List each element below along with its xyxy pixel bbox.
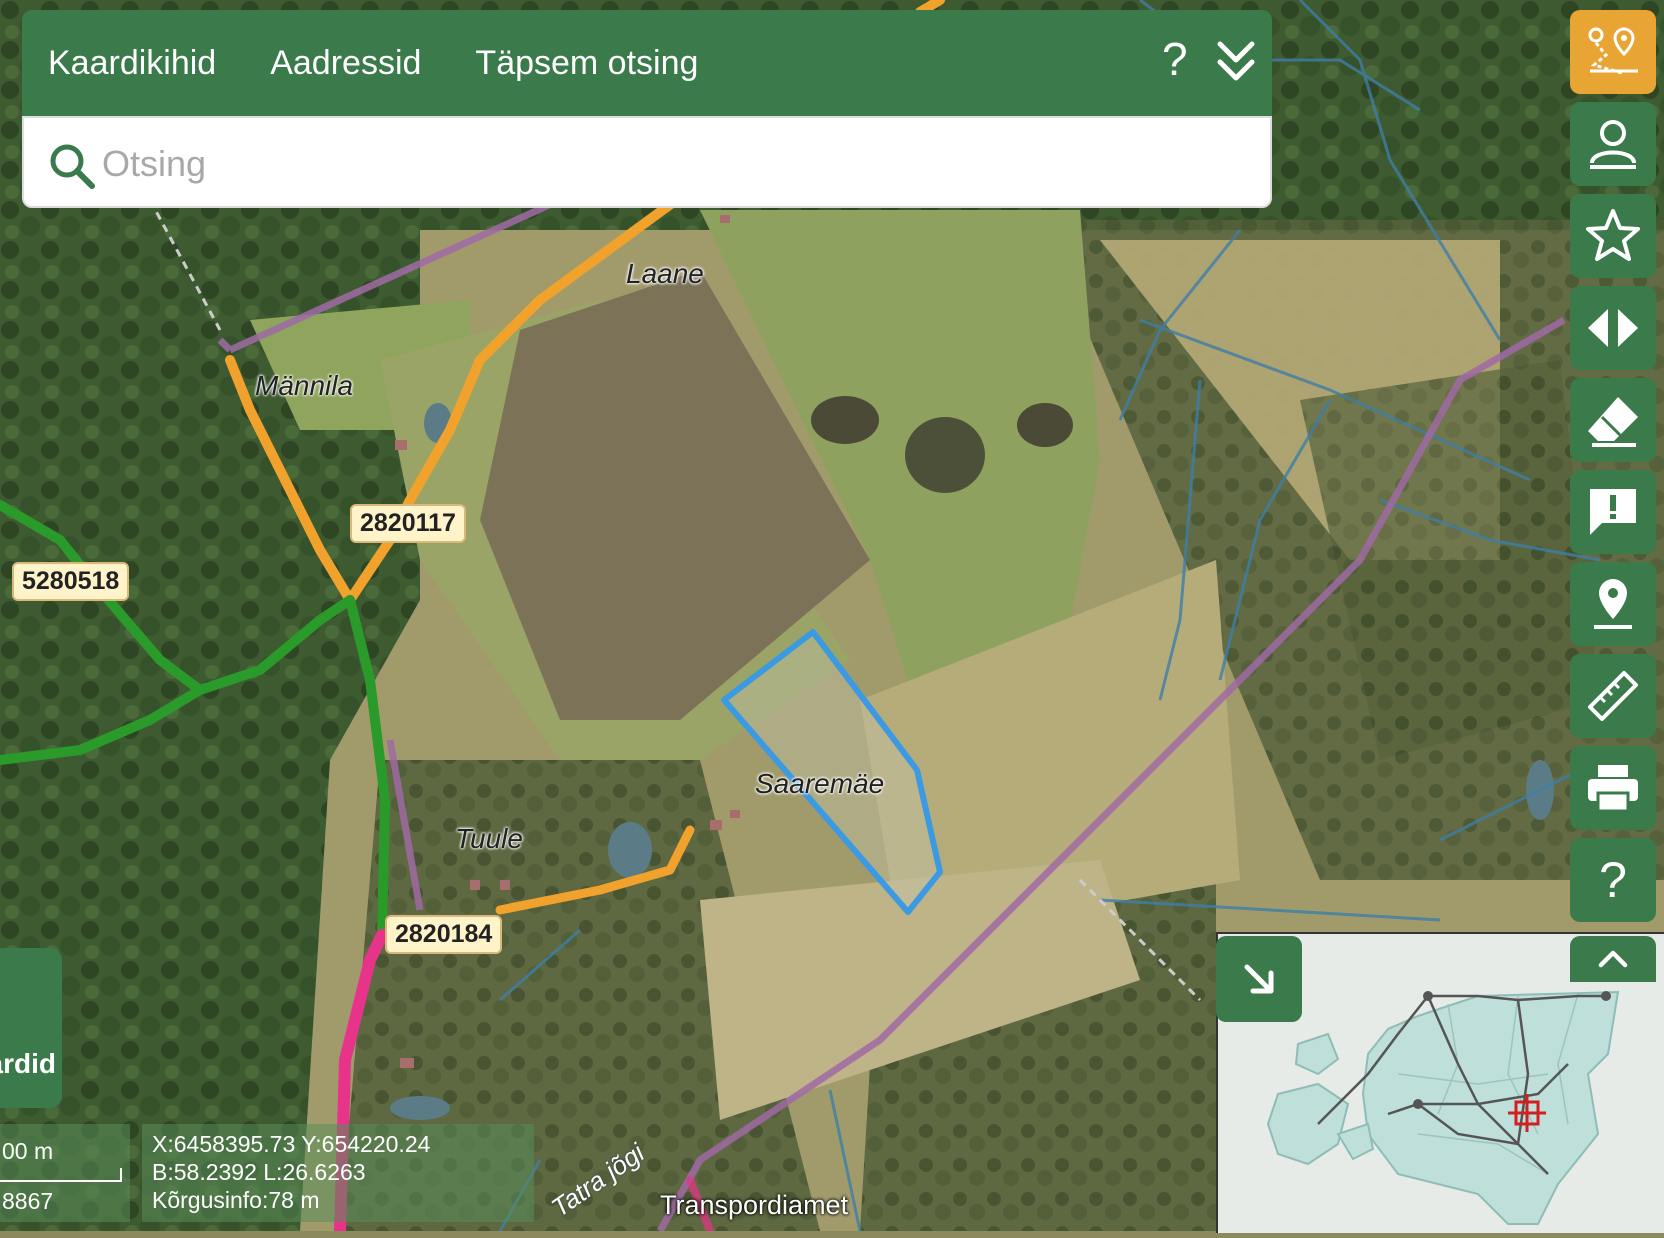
overview-toggle-button[interactable] bbox=[1216, 936, 1302, 1022]
header-tabs: Kaardikihid Aadressid Täpsem otsing bbox=[22, 10, 726, 116]
road-number-label: 2820184 bbox=[385, 915, 503, 954]
clear-button[interactable] bbox=[1570, 378, 1656, 462]
expand-toolbar-button[interactable] bbox=[1570, 936, 1656, 982]
scale-line bbox=[0, 1168, 122, 1182]
road-number-label: 5280518 bbox=[12, 562, 130, 601]
coordinates-bl: B:58.2392 L:26.6263 bbox=[152, 1159, 366, 1185]
tab-advanced-search[interactable]: Täpsem otsing bbox=[475, 44, 698, 83]
favorites-button[interactable] bbox=[1570, 194, 1656, 278]
compare-button[interactable] bbox=[1570, 286, 1656, 370]
search-input[interactable] bbox=[100, 136, 1204, 192]
chevron-up-icon bbox=[1598, 950, 1628, 968]
map-pin-icon bbox=[1594, 579, 1632, 629]
coordinates-xy: X:6458395.73 Y:654220.24 bbox=[152, 1131, 431, 1157]
split-arrows-icon bbox=[1588, 309, 1638, 347]
scale-bar: 00 m 8867 bbox=[0, 1124, 130, 1222]
coordinates-panel: X:6458395.73 Y:654220.24 B:58.2392 L:26.… bbox=[142, 1124, 534, 1222]
feedback-button[interactable] bbox=[1570, 470, 1656, 554]
attribution: Transpordiamet bbox=[660, 1190, 849, 1220]
user-icon bbox=[1590, 120, 1636, 169]
header-bar: Kaardikihid Aadressid Täpsem otsing ? bbox=[22, 10, 1272, 116]
route-pin-icon bbox=[1588, 27, 1638, 75]
star-icon bbox=[1586, 209, 1640, 261]
place-label: Laane bbox=[626, 258, 704, 289]
search-icon bbox=[50, 144, 95, 189]
scale-ratio: 8867 bbox=[2, 1188, 54, 1214]
tab-map-layers[interactable]: Kaardikihid bbox=[48, 44, 216, 83]
user-button[interactable] bbox=[1570, 102, 1656, 186]
printer-icon bbox=[1588, 765, 1638, 813]
double-chevron-down-icon bbox=[1217, 41, 1255, 81]
print-button[interactable] bbox=[1570, 746, 1656, 830]
arrow-down-right-icon bbox=[1244, 964, 1274, 994]
place-label: Tuule bbox=[455, 823, 523, 854]
question-mark-icon: ? bbox=[1599, 852, 1627, 908]
route-tool-button[interactable] bbox=[1570, 10, 1656, 94]
place-label: Männila bbox=[255, 370, 354, 401]
layers-side-tab-label: ardid bbox=[0, 1048, 56, 1079]
collapse-header-button[interactable] bbox=[1216, 38, 1256, 84]
tab-addresses[interactable]: Aadressid bbox=[270, 44, 421, 83]
message-alert-icon bbox=[1590, 489, 1636, 535]
scale-distance: 00 m bbox=[2, 1138, 54, 1164]
help-button[interactable]: ? bbox=[1162, 32, 1188, 86]
measure-button[interactable] bbox=[1570, 654, 1656, 738]
elevation-info: Kõrgusinfo:78 m bbox=[152, 1187, 320, 1213]
search-bar bbox=[22, 116, 1272, 208]
help-toolbar-button[interactable]: ? bbox=[1570, 838, 1656, 922]
location-button[interactable] bbox=[1570, 562, 1656, 646]
place-label: Saaremäe bbox=[755, 768, 885, 799]
ruler-icon bbox=[1588, 671, 1638, 721]
eraser-icon bbox=[1588, 397, 1638, 447]
road-number-label: 2820117 bbox=[350, 504, 466, 543]
layers-side-tab[interactable]: ardid bbox=[0, 948, 62, 1108]
